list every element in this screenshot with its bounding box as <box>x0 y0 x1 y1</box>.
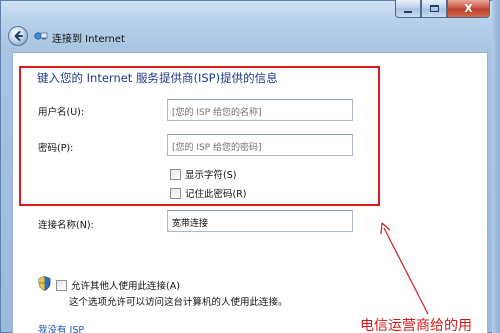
allow-others-note: 这个选项允许可以访问这台计算机的人使用此连接。 <box>69 297 288 308</box>
allow-others-checkbox[interactable] <box>56 279 67 291</box>
minimize-button[interactable] <box>395 0 421 18</box>
password-input[interactable]: [您的 ISP 给您的密码] <box>167 134 353 156</box>
show-chars-label: 显示字符(S) <box>185 170 237 181</box>
network-icon <box>34 32 48 40</box>
window-border <box>492 0 500 333</box>
password-label: 密码(P): <box>38 143 74 154</box>
close-button[interactable]: X <box>447 0 490 18</box>
annotation-text: 电信运营商给的用 <box>360 318 472 333</box>
connection-name-label: 连接名称(N): <box>38 220 94 231</box>
maximize-icon <box>429 5 439 12</box>
form-heading: 键入您的 Internet 服务提供商(ISP)提供的信息 <box>37 71 278 85</box>
remember-password-checkbox[interactable] <box>170 187 181 199</box>
back-arrow-icon <box>14 31 23 41</box>
maximize-button[interactable] <box>421 0 447 18</box>
connection-name-input[interactable]: 宽带连接 <box>167 210 353 232</box>
no-isp-link[interactable]: 我没有 ISP <box>38 322 84 333</box>
show-chars-option[interactable]: 显示字符(S) <box>170 167 236 181</box>
username-label: 用户名(U): <box>38 107 85 118</box>
allow-others-label: 允许其他人使用此连接(A) <box>71 281 180 292</box>
back-button[interactable] <box>8 26 28 46</box>
allow-others-option[interactable]: 允许其他人使用此连接(A) <box>56 278 180 292</box>
show-chars-checkbox[interactable] <box>170 168 181 180</box>
remember-password-label: 记住此密码(R) <box>185 189 247 200</box>
uac-shield-icon <box>38 276 51 291</box>
navigation-bar: 连接到 Internet <box>0 20 490 52</box>
close-icon: X <box>464 2 473 15</box>
caption-buttons: X <box>395 0 490 18</box>
minimize-icon <box>404 10 412 13</box>
username-input[interactable]: [您的 ISP 给您的名称] <box>167 99 353 121</box>
window-title: 连接到 Internet <box>52 34 125 45</box>
remember-password-option[interactable]: 记住此密码(R) <box>170 186 247 200</box>
